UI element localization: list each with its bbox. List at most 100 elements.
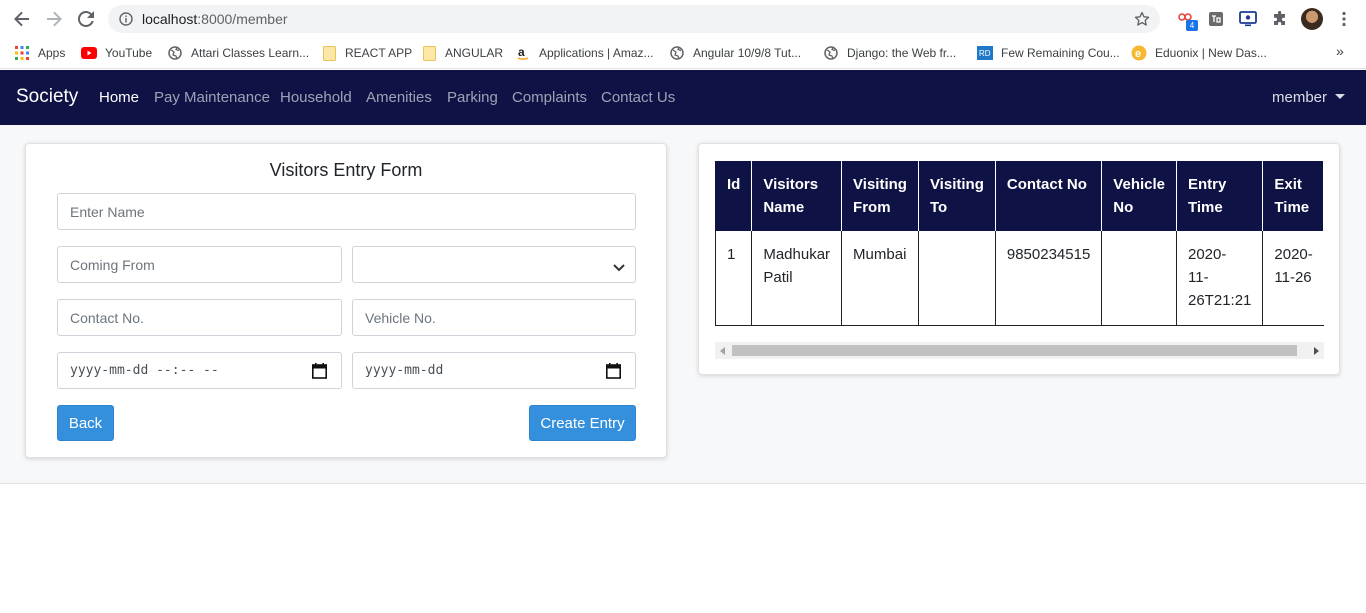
header-line: From [853,199,891,216]
col-header-visiting-to: Visiting To [918,161,996,231]
apps-grid-icon [14,45,30,61]
url-text: localhost:8000/member [142,11,288,27]
info-icon[interactable] [119,12,133,31]
address-bar[interactable]: localhost:8000/member [108,5,1160,33]
bookmark-label: Django: the Web fr... [847,46,957,60]
form-title: Visitors Entry Form [269,160,423,180]
chevron-down-icon [613,260,625,276]
nav-household[interactable]: Household [280,89,352,106]
cell-line: Patil [763,269,793,286]
nav-parking[interactable]: Parking [447,89,498,106]
entry-time-input[interactable]: yyyy-mm-dd --:-- -- [57,352,342,389]
bookmark-angular-tut[interactable]: Angular 10/9/8 Tut... [669,43,801,63]
folder-icon [321,45,337,61]
calendar-icon[interactable] [606,363,621,382]
bookmark-few-remaining[interactable]: RD Few Remaining Cou... [977,43,1120,63]
bookmark-react-app[interactable]: REACT APP [321,43,412,63]
visitors-table: Id Visitors Name Visiting From Visiting To … [715,161,1324,326]
svg-text:e: e [1135,48,1141,60]
extension-badge: 4 [1186,20,1198,31]
bookmark-label: Attari Classes Learn... [191,46,310,60]
bookmark-eduonix[interactable]: e Eduonix | New Das... [1131,43,1267,63]
cell-line: 11-26 [1274,269,1312,286]
col-header-vehicle-no: Vehicle No [1101,161,1177,231]
cell-visiting-from: Mumbai [841,231,919,326]
screen-cast-icon[interactable] [1238,9,1258,29]
puzzle-extensions-icon[interactable] [1270,9,1290,29]
bookmark-youtube[interactable]: YouTube [81,43,152,63]
svg-text:RD: RD [979,49,991,58]
header-line: Name [763,199,805,216]
nav-pay-maintenance[interactable]: Pay Maintenance [154,89,270,106]
extension-tb-icon[interactable] [1206,9,1226,29]
scrollbar-thumb[interactable] [732,345,1297,356]
bookmark-angular[interactable]: ANGULAR [421,43,503,63]
header-line: Visiting [853,176,907,193]
url-host: localhost [142,11,198,27]
cell-contact-no: 9850234515 [994,231,1102,326]
coming-from-input[interactable]: Coming From [57,246,342,283]
header-line: Visiting [929,176,984,193]
eduonix-icon: e [1131,45,1147,61]
cell-line: 2020- [1274,246,1313,263]
bookmark-label: YouTube [105,46,153,60]
nav-complaints[interactable]: Complaints [512,89,587,106]
table-row: 1 Madhukar Patil Mumbai 9850234515 2020- 1… [715,231,1324,326]
reload-icon[interactable] [76,9,96,29]
svg-text:a: a [518,46,525,59]
cell-line: 11- [1188,269,1209,286]
user-menu-dropdown[interactable]: member [1272,89,1346,106]
header-line: Entry [1188,176,1227,193]
scroll-right-arrow-icon[interactable] [1314,347,1319,355]
profile-avatar[interactable] [1301,8,1323,30]
table-scroll-area[interactable]: Id Visitors Name Visiting From Visiting To … [715,161,1324,326]
globe-icon [823,45,839,61]
bookmark-attari[interactable]: Attari Classes Learn... [167,43,309,63]
cell-line: 9850234515 [1006,246,1091,263]
bookmark-apps[interactable]: Apps [14,43,65,63]
name-input[interactable]: Enter Name [57,193,636,230]
cell-line: 1 [727,246,736,263]
create-entry-button[interactable]: Create Entry [529,405,636,441]
contact-no-input[interactable]: Contact No. [57,299,342,336]
cell-line: 26T21:21 [1188,292,1252,309]
forward-arrow-icon[interactable] [44,9,64,29]
cell-line: Madhukar [763,246,831,263]
col-header-exit-time: Exit Time [1262,161,1324,231]
visitors-table-card: Id Visitors Name Visiting From Visiting To … [698,143,1340,375]
visiting-to-select[interactable] [352,246,636,283]
vehicle-no-input[interactable]: Vehicle No. [352,299,636,336]
nav-home[interactable]: Home [99,89,139,106]
bookmark-django[interactable]: Django: the Web fr... [823,43,956,63]
page-content: Visitors Entry Form Enter Name Coming Fr… [0,125,1366,484]
bookmarks-overflow-icon[interactable]: » [1336,43,1344,59]
header-line: Contact No [1006,176,1087,193]
bookmark-label: ANGULAR [445,46,504,60]
bookmark-label: Few Remaining Cou... [1001,46,1120,60]
exit-date-input[interactable]: yyyy-mm-dd [352,352,636,389]
scroll-left-arrow-icon[interactable] [720,347,725,355]
brand-logo[interactable]: Society [16,86,78,108]
nav-amenities[interactable]: Amenities [366,89,432,106]
bookmark-amazon[interactable]: a Applications | Amaz... [515,43,654,63]
more-menu-icon[interactable] [1334,9,1354,29]
calendar-icon[interactable] [312,363,327,382]
bookmark-label: Applications | Amaz... [539,46,654,60]
cell-vehicle-no [1101,231,1177,326]
globe-icon [669,45,685,61]
caret-down-icon [1335,94,1346,99]
header-line: Vehicle [1113,176,1165,193]
bookmarks-bar: Apps YouTube Attari Classes Learn... REA… [0,38,1366,69]
extension-icon[interactable]: 4 [1175,9,1198,31]
header-line: Id [727,176,741,193]
col-header-entry-time: Entry Time [1176,161,1264,231]
col-header-id: Id [715,161,753,231]
bookmark-star-icon[interactable] [1134,11,1150,32]
horizontal-scrollbar[interactable] [715,342,1324,359]
nav-contact-us[interactable]: Contact Us [601,89,675,106]
back-button[interactable]: Back [57,405,114,441]
globe-icon [167,45,183,61]
cell-visitors-name: Madhukar Patil [751,231,842,326]
browser-toolbar: localhost:8000/member 4 [0,0,1366,38]
back-arrow-icon[interactable] [12,9,32,29]
